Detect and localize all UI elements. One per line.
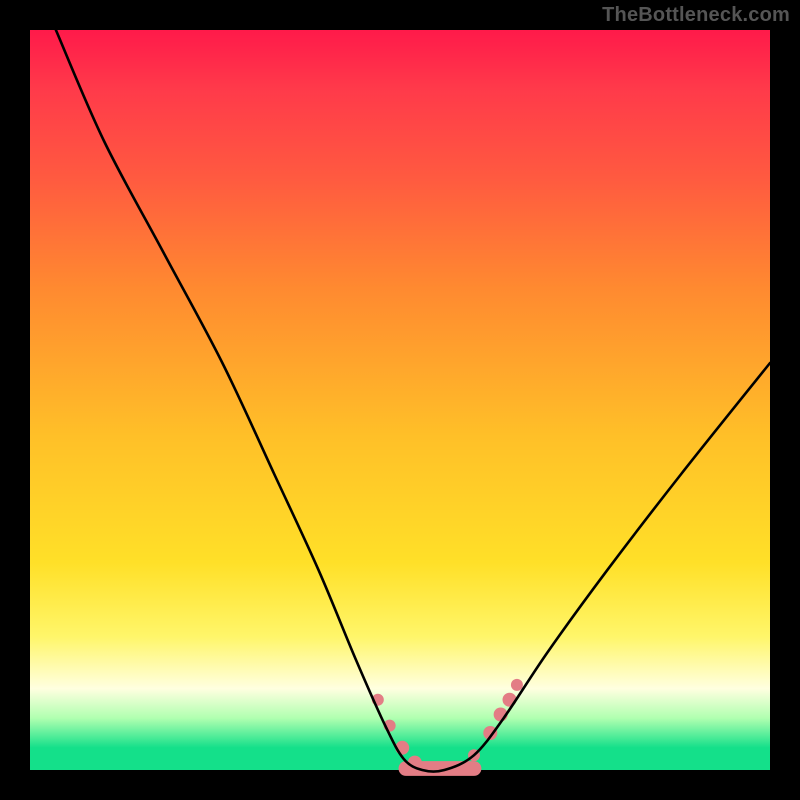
chart-svg [30,30,770,770]
marker-dot [511,679,523,691]
chart-frame: TheBottleneck.com [0,0,800,800]
bottleneck-curve [56,30,770,772]
attribution-text: TheBottleneck.com [602,4,790,27]
